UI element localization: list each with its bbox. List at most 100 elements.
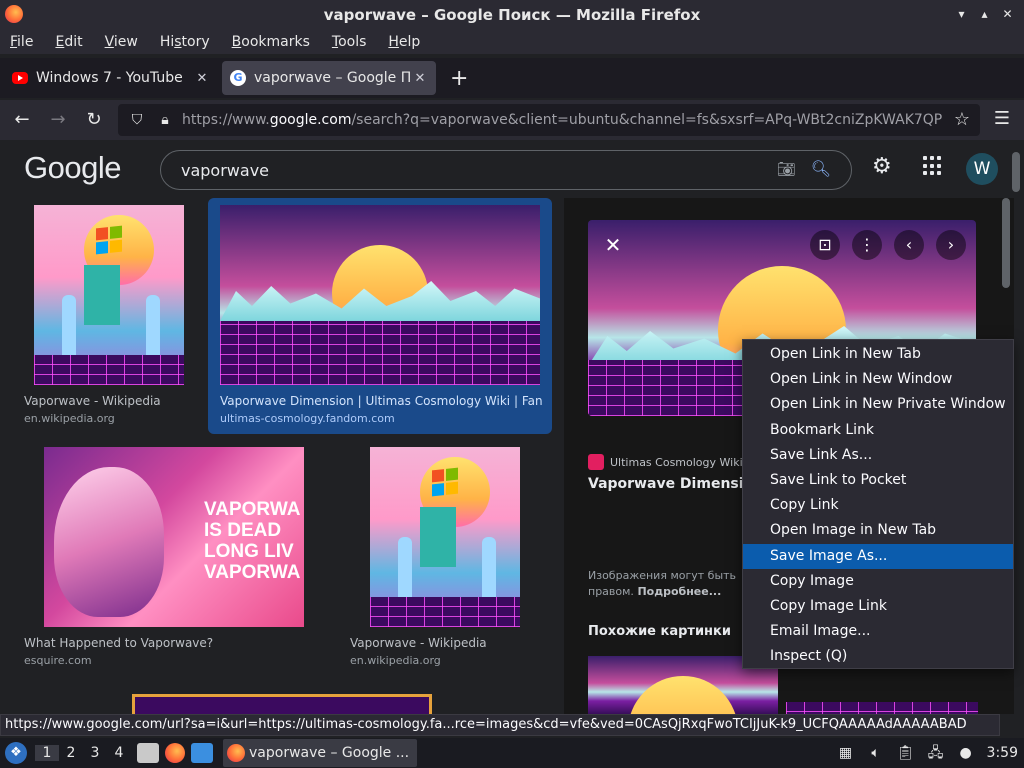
taskbar-window-firefox[interactable]: vaporwave – Google ... [223,739,417,767]
lock-icon[interactable]: 🔒︎ [154,112,176,128]
vaporwave-text-line: VAPORWA [204,562,301,583]
similar-image-thumb[interactable] [786,702,978,714]
workspace-2[interactable]: 2 [59,745,83,761]
shield-icon[interactable]: ⛉ [126,112,148,128]
clipboard-icon[interactable]: 📋︎ [897,744,915,762]
url-text[interactable]: https://www.google.com/search?q=vaporwav… [182,112,942,128]
result-source: en.wikipedia.org [24,412,115,425]
result-title[interactable]: Vaporwave - Wikipedia [24,394,194,408]
menu-item-copy-link[interactable]: Copy Link [743,493,1013,518]
result-title[interactable]: Vaporwave - Wikipedia [350,636,550,650]
menu-item-open-link-new-window[interactable]: Open Link in New Window [743,367,1013,392]
firefox-logo-icon [5,5,23,23]
menu-item-open-image-new-tab[interactable]: Open Image in New Tab [743,518,1013,543]
close-icon[interactable]: ✕ [999,6,1016,23]
result-thumbnail[interactable] [34,205,184,385]
youtube-icon [12,72,28,84]
workspace-4[interactable]: 4 [107,745,131,761]
more-link[interactable]: Подробнее... [637,585,721,598]
tab-close-icon[interactable]: ✕ [412,71,428,86]
result-thumbnail[interactable]: VAPORWA IS DEAD LONG LIV VAPORWA [44,447,304,627]
preview-source-label: Ultimas Cosmology Wiki - [610,455,751,469]
preview-title[interactable]: Vaporwave Dimension [588,476,763,492]
start-menu-icon[interactable]: ❖ [5,742,27,764]
menu-file[interactable]: File [10,34,33,50]
search-box[interactable]: vaporwave 📷︎ 🔍︎ [160,150,852,190]
hamburger-menu-icon[interactable]: ☰ [994,108,1010,129]
close-preview-icon[interactable]: ✕ [598,230,628,260]
workspace-3[interactable]: 3 [83,745,107,761]
next-icon[interactable]: › [936,230,966,260]
forward-icon[interactable]: → [44,106,72,134]
result-source: ultimas-cosmology.fandom.com [220,412,395,425]
menu-item-copy-image-link[interactable]: Copy Image Link [743,594,1013,619]
result-source: en.wikipedia.org [350,654,441,667]
page-scrollbar[interactable] [1012,152,1020,192]
window-title: vaporwave – Google Поиск — Mozilla Firef… [323,6,701,24]
menu-item-bookmark-link[interactable]: Bookmark Link [743,418,1013,443]
menu-history[interactable]: History [160,34,210,50]
reload-icon[interactable]: ↻ [80,106,108,134]
more-options-icon[interactable]: ⋮ [852,230,882,260]
preview-source[interactable]: Ultimas Cosmology Wiki - [588,454,750,470]
camera-icon[interactable]: 📷︎ [777,160,796,178]
preview-scrollbar[interactable] [1002,198,1010,288]
menu-item-save-link-as[interactable]: Save Link As... [743,443,1013,468]
previous-icon[interactable]: ‹ [894,230,924,260]
tab-youtube[interactable]: Windows 7 - YouTube ✕ [4,61,218,95]
copyright-note: Изображения могут быть правом. Подробнее… [588,569,737,598]
url-bar[interactable]: ⛉ 🔒︎ https://www.google.com/search?q=vap… [118,104,980,136]
minimize-icon[interactable]: ▾ [953,6,970,23]
result-card[interactable] [132,694,432,714]
firefox-launcher-icon[interactable] [165,743,185,763]
result-title[interactable]: What Happened to Vaporwave? [24,636,314,650]
menu-item-copy-image[interactable]: Copy Image [743,569,1013,594]
status-bar-link-url: https://www.google.com/url?sa=i&url=http… [0,714,1000,736]
tab-google-search[interactable]: G vaporwave – Google Пои ✕ [222,61,436,95]
google-logo[interactable]: Google [24,150,121,186]
lens-search-icon[interactable]: ⊡ [810,230,840,260]
notifications-icon[interactable]: ● [957,744,975,762]
storage-icon[interactable]: ▦ [837,744,855,762]
result-title[interactable]: Vaporwave Dimension | Ultimas Cosmology … [220,394,542,408]
menu-help[interactable]: Help [388,34,420,50]
menu-tools[interactable]: Tools [332,34,367,50]
tab-close-icon[interactable]: ✕ [194,71,210,86]
workspace-1[interactable]: 1 [35,745,59,761]
result-card[interactable]: Vaporwave - Wikipedia en.wikipedia.org [340,446,550,672]
menu-bookmarks[interactable]: Bookmarks [232,34,310,50]
menu-item-save-image-as[interactable]: Save Image As... [743,543,1013,569]
vaporwave-text-line: IS DEAD [204,520,282,541]
result-card[interactable]: VAPORWA IS DEAD LONG LIV VAPORWA What Ha… [14,446,314,672]
menu-bar: File Edit View History Bookmarks Tools H… [0,30,1024,54]
result-thumbnail[interactable] [220,205,540,385]
menu-view[interactable]: View [105,34,138,50]
search-input[interactable]: vaporwave [181,161,269,180]
menu-item-inspect[interactable]: Inspect (Q) [743,644,1013,669]
system-tray: ▦ 🔈︎ 📋︎ 🖧 ● 3:59 [837,738,1024,768]
menu-item-save-link-to-pocket[interactable]: Save Link to Pocket [743,468,1013,493]
search-icon[interactable]: 🔍︎ [811,159,831,178]
menu-item-email-image[interactable]: Email Image... [743,619,1013,644]
menu-edit[interactable]: Edit [55,34,82,50]
avatar[interactable]: W [966,153,998,185]
result-card-selected[interactable]: Vaporwave Dimension | Ultimas Cosmology … [208,198,552,434]
vaporwave-text-line: LONG LIV [204,541,294,562]
result-card[interactable]: Vaporwave - Wikipedia en.wikipedia.org [14,198,198,428]
result-thumbnail[interactable] [370,447,520,627]
back-icon[interactable]: ← [8,106,36,134]
apps-grid-icon[interactable] [923,156,943,176]
tab-strip: Windows 7 - YouTube ✕ G vaporwave – Goog… [0,58,1024,98]
volume-icon[interactable]: 🔈︎ [867,744,885,762]
menu-item-open-link-private-window[interactable]: Open Link in New Private Window [743,392,1013,417]
vaporwave-text-line: VAPORWA [204,499,301,520]
maximize-icon[interactable]: ▴ [976,6,993,23]
settings-gear-icon[interactable]: ⚙ [872,154,892,179]
file-manager-icon[interactable] [137,743,159,763]
network-icon[interactable]: 🖧 [927,744,945,762]
desktop-icon[interactable] [191,743,213,763]
bookmark-star-icon[interactable]: ☆ [954,109,970,130]
menu-item-open-link-new-tab[interactable]: Open Link in New Tab [743,342,1013,367]
new-tab-icon[interactable]: + [450,66,468,91]
clock[interactable]: 3:59 [987,745,1018,761]
